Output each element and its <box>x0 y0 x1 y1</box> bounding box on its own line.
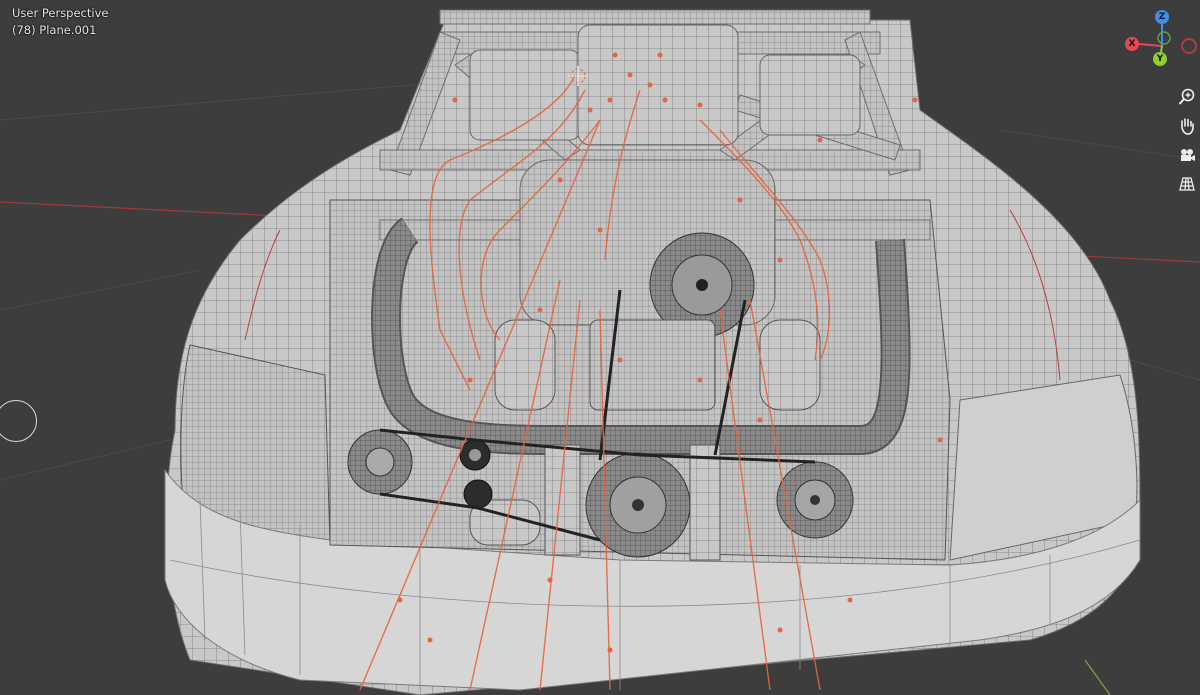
supercharger-scoop <box>577 24 739 146</box>
left-header <box>494 319 556 411</box>
left-bulkhead <box>469 49 581 141</box>
hand-icon <box>1181 118 1194 135</box>
navigation-gizmo[interactable]: Z X Y <box>1118 8 1200 80</box>
gizmo-z-axis[interactable]: Z <box>1155 10 1169 24</box>
gizmo-x-axis[interactable]: X <box>1125 37 1139 51</box>
pan-button[interactable] <box>1176 115 1198 137</box>
gizmo-negative-x-axis[interactable] <box>1181 38 1197 54</box>
camera-view-button[interactable] <box>1176 144 1198 166</box>
perspective-toggle-button[interactable] <box>1176 173 1198 195</box>
right-header <box>759 319 821 411</box>
3d-viewport[interactable]: User Perspective (78) Plane.001 Z X Y <box>0 0 1200 695</box>
scene-render[interactable] <box>0 0 1200 695</box>
magnifier-plus-icon <box>1178 88 1195 105</box>
right-bulkhead <box>759 54 861 136</box>
y-axis-line <box>1084 659 1111 695</box>
grid-perspective-icon <box>1179 177 1195 191</box>
camera-icon <box>1181 149 1195 161</box>
gizmo-y-axis[interactable]: Y <box>1153 52 1167 66</box>
zoom-button[interactable] <box>1176 86 1198 108</box>
active-object-label: (78) Plane.001 <box>12 23 97 37</box>
view-name-label: User Perspective <box>12 6 109 20</box>
